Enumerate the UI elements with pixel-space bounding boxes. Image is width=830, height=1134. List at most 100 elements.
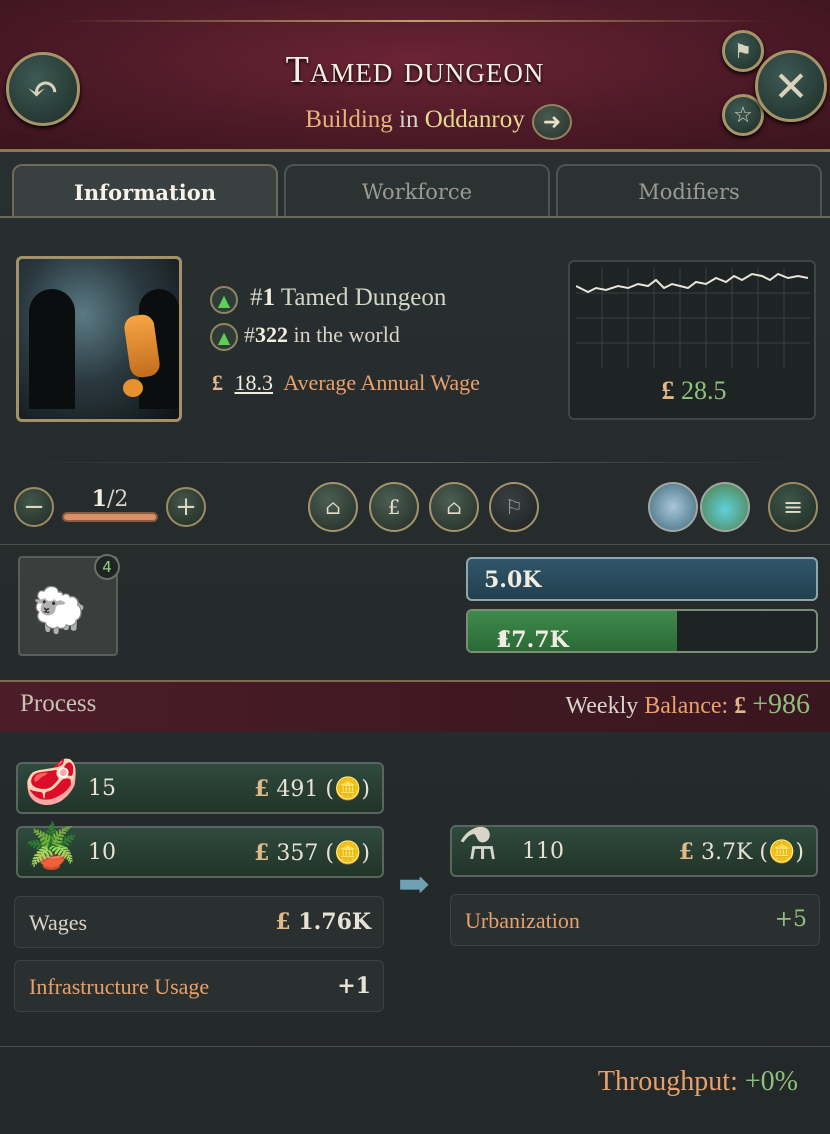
building-panel: ↶ Tamed dungeon Building in Oddanroy ➜ ⚑… [0, 0, 830, 1134]
input-price-suffix: ) [361, 841, 370, 866]
rank-world-label: in the world [293, 322, 400, 347]
output-price-value: 3.7K ( [701, 840, 768, 865]
pound-plus-icon: £ [387, 495, 401, 519]
level-max: 2 [114, 487, 129, 512]
tab-information[interactable]: Information [12, 164, 278, 218]
weekly-balance[interactable]: Weekly Balance: £ +986 [566, 689, 810, 721]
lake-terrain-icon[interactable] [700, 482, 750, 532]
rank-world[interactable]: #322 in the world [244, 322, 400, 348]
throughput-label: Throughput: [597, 1066, 738, 1097]
panel-title: Tamed dungeon [285, 49, 545, 91]
subtitle-building-link[interactable]: Building [305, 106, 393, 133]
process-title: Process [20, 690, 97, 717]
menu-button[interactable]: ≡ [768, 482, 818, 532]
wages-amount: 1.76K [298, 909, 371, 935]
input-price-suffix: ) [361, 777, 370, 802]
panel-subtitle: Building in Oddanroy [0, 106, 830, 134]
close-icon: ✕ [773, 61, 809, 111]
expand-button[interactable]: + [166, 487, 206, 527]
close-button[interactable]: ✕ [755, 50, 827, 122]
input-price: £ 491 (🪙) [254, 776, 370, 802]
section-divider [0, 544, 830, 545]
pound-icon: £ [661, 376, 675, 405]
section-divider [0, 1046, 830, 1047]
profit-graph[interactable]: £ 28.5 [568, 260, 816, 420]
urbanization-row[interactable]: Urbanization +5 [450, 894, 820, 946]
downsize-button[interactable]: − [14, 487, 54, 527]
wages-label: Wages [29, 910, 88, 935]
tab-modifiers[interactable]: Modifiers [556, 164, 822, 218]
wages-value: £ 1.76K [275, 909, 371, 935]
tab-workforce[interactable]: Workforce [284, 164, 550, 218]
pound-icon: £ [254, 840, 270, 866]
signpost-button[interactable]: ⚑ [722, 30, 764, 72]
rank-local-number: 1 [262, 284, 276, 311]
subtitle-location-link[interactable]: Oddanroy [425, 106, 525, 133]
average-wage-label: Average Annual Wage [283, 370, 480, 395]
infrastructure-row[interactable]: Infrastructure Usage +1 [14, 960, 384, 1012]
house-plus-icon: ⌂ [325, 495, 341, 519]
pound-icon: £ [254, 776, 270, 802]
rank-local-prefix: # [250, 284, 263, 311]
minus-icon: − [23, 492, 45, 522]
exclamation-dot [123, 379, 143, 397]
flag-icon: ⚐ [505, 495, 523, 519]
building-image[interactable] [16, 256, 182, 422]
coins-icon: 🪙 [768, 840, 796, 865]
building-icon: ⌂ [446, 495, 462, 519]
output-price: £ 3.7K (🪙) [679, 839, 804, 865]
input-price: £ 357 (🪙) [254, 840, 370, 866]
graph-value-number: 28.5 [681, 376, 727, 405]
balance-label: Balance: [644, 693, 729, 719]
build-more-button[interactable]: ⌂ [308, 482, 358, 532]
urbanization-value: +5 [774, 907, 807, 932]
river-terrain-icon[interactable] [648, 482, 698, 532]
graph-value: £ 28.5 [570, 376, 818, 406]
coins-icon: 🪙 [334, 841, 362, 866]
sheep-icon: 🐑 [32, 585, 87, 636]
graph-chart [576, 268, 810, 368]
infrastructure-label: Infrastructure Usage [29, 974, 210, 999]
coins-icon: 🪙 [334, 777, 362, 802]
average-wage[interactable]: £ 18.3 Average Annual Wage [212, 370, 480, 396]
pound-icon: £ [212, 370, 223, 395]
owner-count-badge: 4 [94, 554, 120, 580]
wages-row[interactable]: Wages £ 1.76K [14, 896, 384, 948]
process-arrow-icon: ➡ [398, 862, 430, 906]
cash-total-value: 17.7K [496, 627, 569, 653]
nationalize-button[interactable]: ⚐ [489, 482, 539, 532]
arrow-right-icon: ➜ [542, 109, 562, 135]
input-qty: 10 [88, 840, 116, 865]
input-price-value: 491 ( [276, 777, 334, 802]
cash-total-bar[interactable]: £ 17.7K [466, 609, 818, 653]
subsidize-button[interactable]: £ [369, 482, 419, 532]
plus-icon: + [175, 492, 197, 522]
privatize-button[interactable]: ⌂ [429, 482, 479, 532]
rank-world-prefix: # [244, 322, 255, 347]
cash-reserve-bar[interactable]: 5.0K [466, 557, 818, 601]
infrastructure-value: +1 [337, 973, 371, 999]
rank-world-number: 322 [255, 322, 288, 347]
plant-icon: 🪴 [24, 821, 79, 872]
rank-local[interactable]: #1 Tamed Dungeon [250, 284, 446, 312]
section-divider [20, 462, 810, 463]
output-good-potion[interactable]: ⚗ 110 £ 3.7K (🪙) [450, 819, 818, 877]
input-price-value: 357 ( [276, 841, 334, 866]
balance-value: +986 [752, 689, 810, 720]
level-current: 1 [91, 486, 107, 512]
goto-location-button[interactable]: ➜ [532, 104, 572, 140]
dungeon-arch-left [29, 289, 75, 409]
input-good-plant[interactable]: 🪴 10 £ 357 (🪙) [16, 821, 384, 878]
input-good-meat[interactable]: 🥩 15 £ 491 (🪙) [16, 757, 384, 814]
rank-up-icon: ▲ [210, 286, 238, 314]
throughput[interactable]: Throughput: +0% [598, 1066, 798, 1098]
potion-icon: ⚗ [458, 819, 498, 870]
cash-reserve-value: 5.0K [484, 567, 542, 593]
pound-icon: £ [678, 839, 694, 865]
urbanization-label: Urbanization [465, 908, 580, 933]
input-qty: 15 [88, 776, 116, 801]
pound-icon: £ [275, 909, 291, 935]
signpost-icon: ⚑ [734, 39, 752, 63]
subtitle-in: in [399, 106, 419, 133]
meat-icon: 🥩 [24, 757, 79, 808]
